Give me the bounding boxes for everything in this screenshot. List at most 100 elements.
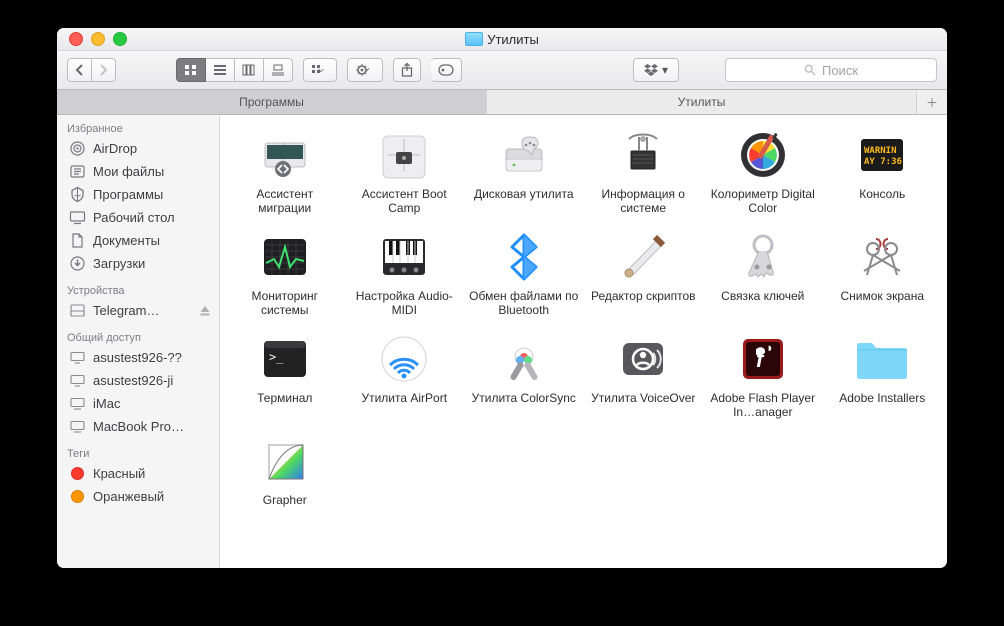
airdrop-icon (69, 140, 86, 157)
file-item[interactable]: Дисковая утилита (469, 127, 579, 215)
file-item[interactable]: Обмен файлами по Bluetooth (469, 229, 579, 317)
view-icons-button[interactable] (176, 58, 206, 82)
search-field[interactable]: Поиск (725, 58, 937, 82)
sidebar-item-label: Красный (93, 466, 145, 481)
share-button[interactable] (393, 58, 421, 82)
migration-icon (257, 127, 313, 183)
file-item[interactable]: Утилита VoiceOver (589, 331, 699, 419)
zoom-window-button[interactable] (113, 32, 127, 46)
tags-button[interactable] (431, 58, 462, 82)
file-label: Adobe Flash Player In…anager (708, 391, 818, 419)
audiomidi-icon (376, 229, 432, 285)
file-label: Снимок экрана (840, 289, 924, 303)
sidebar-item[interactable]: Мои файлы (57, 160, 219, 183)
window-title: Утилиты (57, 32, 947, 47)
sidebar-section-title: Устройства (57, 281, 219, 299)
sidebar-item[interactable]: Документы (57, 229, 219, 252)
minimize-window-button[interactable] (91, 32, 105, 46)
sidebar-item-label: Оранжевый (93, 489, 164, 504)
file-item[interactable]: Информация о системе (589, 127, 699, 215)
sidebar-item[interactable]: iMac (57, 392, 219, 415)
file-item[interactable]: >_ Терминал (230, 331, 340, 419)
keychain-icon (735, 229, 791, 285)
sysinfo-icon (615, 127, 671, 183)
new-tab-button[interactable]: ＋ (917, 90, 947, 114)
file-grid-view[interactable]: Ассистент миграции Ассистент Boot CampДис… (220, 115, 947, 568)
sidebar-item[interactable]: Telegram… (57, 299, 219, 322)
terminal-icon: >_ (257, 331, 313, 387)
bluetooth-icon (496, 229, 552, 285)
svg-text:>_: >_ (269, 350, 284, 364)
sidebar-item[interactable]: asustest926-?? (57, 346, 219, 369)
tab-bar: Программы Утилиты ＋ (57, 90, 947, 115)
file-item[interactable]: fAdobe Flash Player In…anager (708, 331, 818, 419)
file-item[interactable]: Снимок экрана (828, 229, 938, 317)
host-icon (69, 372, 86, 389)
sidebar-item-label: Программы (93, 187, 163, 202)
sidebar-item[interactable]: AirDrop (57, 137, 219, 160)
sidebar-item-label: asustest926-ji (93, 373, 173, 388)
file-label: Терминал (257, 391, 312, 405)
file-item[interactable]: Настройка Audio-MIDI (350, 229, 460, 317)
svg-text:WARNIN: WARNIN (864, 146, 897, 156)
titlebar: Утилиты (57, 28, 947, 51)
file-label: Мониторинг системы (230, 289, 340, 317)
voiceover-icon (615, 331, 671, 387)
file-item[interactable]: Редактор скриптов (589, 229, 699, 317)
sidebar-item[interactable]: Красный (57, 462, 219, 485)
sidebar-item[interactable]: Программы (57, 183, 219, 206)
view-columns-button[interactable] (235, 58, 264, 82)
tab-utilities[interactable]: Утилиты (487, 90, 917, 114)
toolbar: ▾ Поиск (57, 51, 947, 90)
view-coverflow-button[interactable] (264, 58, 293, 82)
file-item[interactable]: Утилита ColorSync (469, 331, 579, 419)
file-item[interactable]: Adobe Installers (828, 331, 938, 419)
docs-icon (69, 232, 86, 249)
file-label: Adobe Installers (839, 391, 925, 405)
sidebar-item-label: Мои файлы (93, 164, 164, 179)
sidebar-item-label: iMac (93, 396, 120, 411)
apps-icon (69, 186, 86, 203)
disk-icon (69, 302, 86, 319)
activity-icon (257, 229, 313, 285)
sidebar-item[interactable]: asustest926-ji (57, 369, 219, 392)
sidebar: ИзбранноеAirDropМои файлыПрограммыРабочи… (57, 115, 220, 568)
file-item[interactable]: Связка ключей (708, 229, 818, 317)
file-item[interactable]: Ассистент миграции (230, 127, 340, 215)
file-item[interactable]: Grapher (230, 433, 340, 507)
file-label: Информация о системе (589, 187, 699, 215)
eject-icon[interactable] (199, 305, 211, 317)
window-title-text: Утилиты (487, 32, 539, 47)
file-label: Связка ключей (721, 289, 804, 303)
sidebar-item[interactable]: Оранжевый (57, 485, 219, 508)
bootcamp-icon (376, 127, 432, 183)
forward-button[interactable] (92, 58, 116, 82)
file-label: Grapher (263, 493, 307, 507)
sidebar-item[interactable]: Рабочий стол (57, 206, 219, 229)
tab-programs[interactable]: Программы (57, 90, 487, 114)
file-item[interactable]: Мониторинг системы (230, 229, 340, 317)
file-item[interactable]: Утилита AirPort (350, 331, 460, 419)
file-item[interactable]: Ассистент Boot Camp (350, 127, 460, 215)
file-item[interactable]: Колориметр Digital Color (708, 127, 818, 215)
diskutil-icon (496, 127, 552, 183)
file-label: Утилита ColorSync (472, 391, 576, 405)
file-label: Обмен файлами по Bluetooth (469, 289, 579, 317)
arrange-button[interactable] (303, 58, 337, 82)
tag-icon (69, 488, 86, 505)
sidebar-item-label: Telegram… (93, 303, 159, 318)
action-button[interactable] (347, 58, 383, 82)
close-window-button[interactable] (69, 32, 83, 46)
sidebar-item[interactable]: Загрузки (57, 252, 219, 275)
downloads-icon (69, 255, 86, 272)
sidebar-section-title: Общий доступ (57, 328, 219, 346)
file-label: Ассистент миграции (230, 187, 340, 215)
sidebar-item-label: asustest926-?? (93, 350, 182, 365)
dropbox-button[interactable]: ▾ (633, 58, 679, 82)
view-list-button[interactable] (206, 58, 235, 82)
file-item[interactable]: WARNINAY 7:36Консоль (828, 127, 938, 215)
sidebar-item-label: Загрузки (93, 256, 145, 271)
sidebar-item[interactable]: MacBook Pro… (57, 415, 219, 438)
back-button[interactable] (67, 58, 92, 82)
file-label: Утилита AirPort (361, 391, 447, 405)
